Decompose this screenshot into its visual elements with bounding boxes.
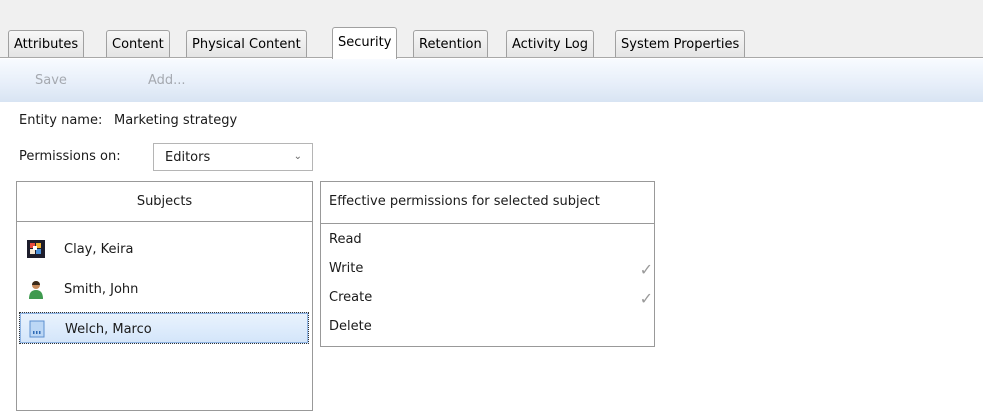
entity-name-label: Entity name: — [19, 113, 103, 128]
tab-retention[interactable]: Retention — [413, 30, 488, 57]
subject-item-welch-marco[interactable]: Welch, Marco — [19, 312, 309, 344]
user-person-icon — [27, 280, 45, 299]
check-icon: ✓ — [639, 289, 653, 308]
check-icon: ✓ — [639, 260, 653, 279]
effective-permissions-header: Effective permissions for selected subje… — [321, 182, 654, 224]
tab-physical-content[interactable]: Physical Content — [186, 30, 307, 57]
tab-activity-log[interactable]: Activity Log — [506, 30, 594, 57]
permission-row-write: Write ✓ — [329, 260, 653, 281]
add-button[interactable]: Add... — [148, 73, 186, 88]
subjects-header: Subjects — [17, 182, 312, 222]
permissions-on-select[interactable]: Editors ⌄ — [153, 143, 313, 171]
permission-name: Read — [329, 232, 362, 247]
subject-item-smith-john[interactable]: Smith, John — [19, 273, 309, 305]
permission-row-delete: Delete — [329, 319, 649, 339]
tab-system-properties[interactable]: System Properties — [615, 30, 746, 57]
subject-name: Welch, Marco — [65, 322, 152, 337]
permission-row-read: Read — [329, 232, 649, 252]
permission-row-create: Create ✓ — [329, 289, 653, 310]
save-button[interactable]: Save — [35, 73, 67, 88]
subject-item-clay-keira[interactable]: Clay, Keira — [19, 233, 309, 265]
subject-name: Clay, Keira — [64, 242, 134, 257]
permission-name: Create — [329, 290, 373, 305]
entity-name-value: Marketing strategy — [114, 113, 238, 128]
chevron-down-icon: ⌄ — [293, 151, 302, 162]
permission-name: Delete — [329, 319, 372, 334]
tab-attributes[interactable]: Attributes — [8, 30, 85, 57]
permissions-on-label: Permissions on: — [19, 149, 121, 164]
effective-permissions-panel: Effective permissions for selected subje… — [320, 181, 655, 347]
permissions-on-value: Editors — [165, 150, 211, 165]
tab-security[interactable]: Security — [332, 27, 398, 59]
tab-content[interactable]: Content — [106, 30, 170, 57]
tab-strip: Attributes Content Physical Content Secu… — [0, 0, 983, 59]
user-photo-icon — [27, 240, 45, 258]
subjects-panel: Subjects Clay, Keira Smith, John Welch, … — [16, 181, 313, 411]
user-document-icon — [28, 320, 46, 338]
subject-name: Smith, John — [64, 282, 139, 297]
toolbar: Save Add... — [0, 59, 983, 102]
permission-name: Write — [329, 261, 364, 276]
